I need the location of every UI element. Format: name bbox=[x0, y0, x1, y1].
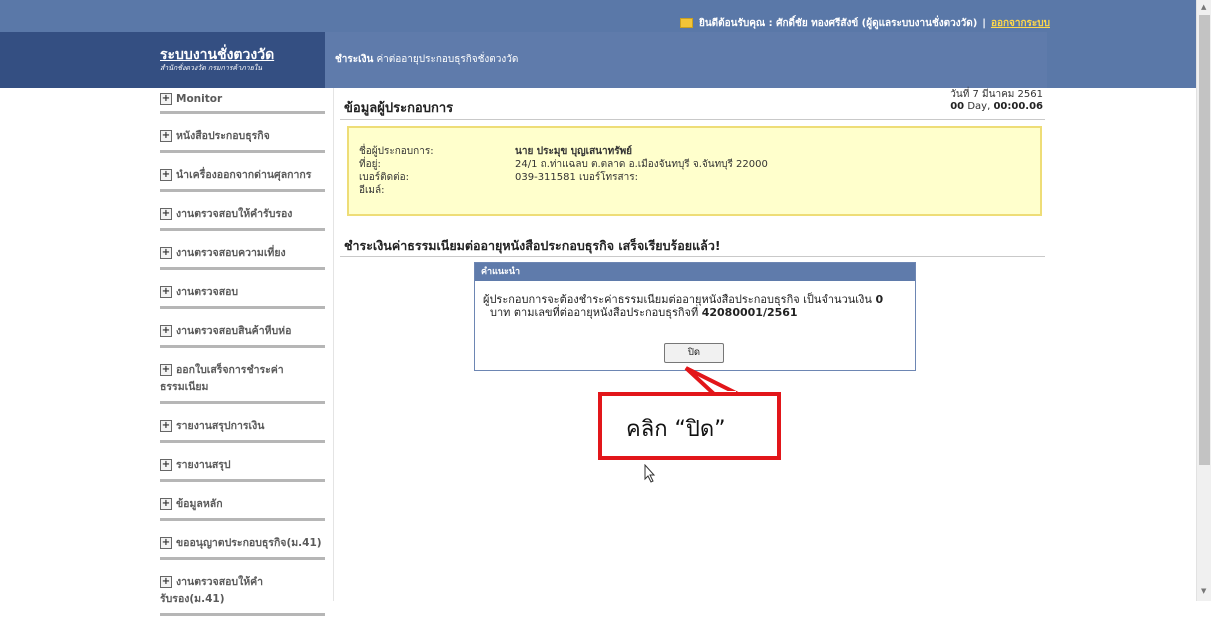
instruction-callout: คลิก “ปิด” bbox=[598, 392, 781, 460]
page-scrollbar[interactable]: ▲ ▼ bbox=[1196, 0, 1211, 601]
scrollbar-thumb[interactable] bbox=[1199, 15, 1210, 465]
callout-text: คลิก “ปิด” bbox=[626, 417, 726, 442]
scroll-down-arrow-icon[interactable]: ▼ bbox=[1201, 587, 1206, 595]
scroll-up-arrow-icon[interactable]: ▲ bbox=[1201, 3, 1206, 11]
callout-pointer bbox=[684, 366, 739, 397]
mouse-cursor-icon bbox=[644, 464, 656, 483]
